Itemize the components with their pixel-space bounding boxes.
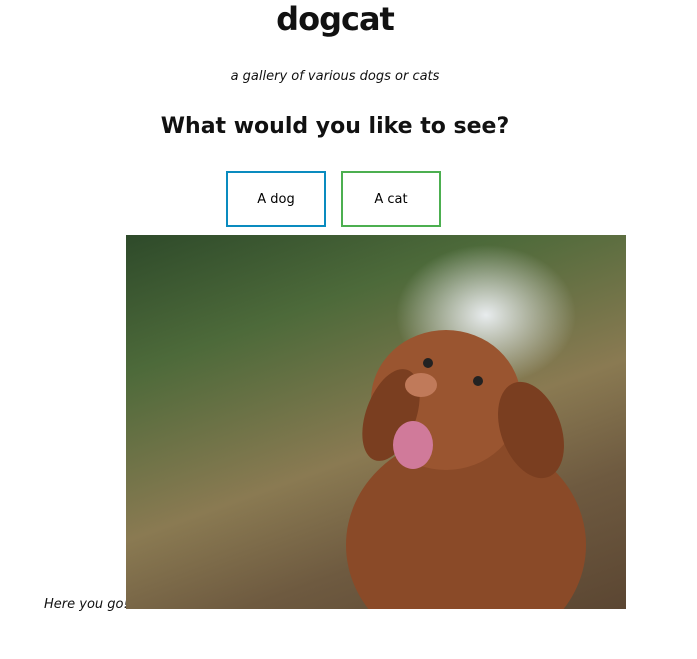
- dog-button[interactable]: A dog: [226, 171, 326, 227]
- dog-illustration: [346, 330, 586, 609]
- dog-photo: [126, 235, 626, 609]
- result-text: Here you go!: [44, 597, 129, 612]
- page-title: dogcat: [276, 0, 395, 38]
- cat-button[interactable]: A cat: [341, 171, 441, 227]
- subtitle: a gallery of various dogs or cats: [230, 69, 440, 84]
- question-heading: What would you like to see?: [160, 114, 510, 139]
